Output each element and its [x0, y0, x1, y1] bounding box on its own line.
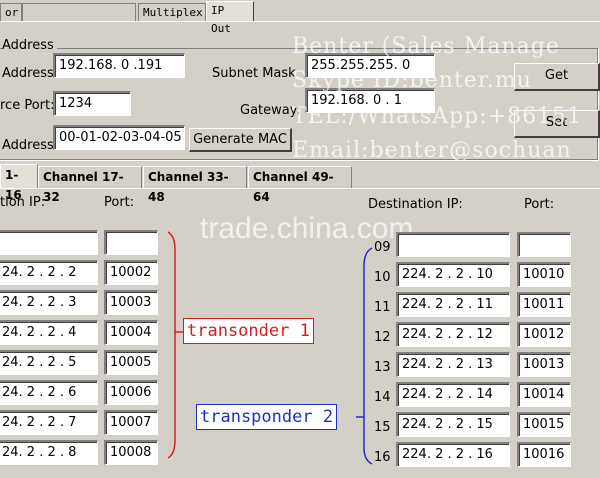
transponder-2-label: transponder 2 — [196, 404, 338, 430]
transponder-1-label: transonder 1 — [183, 318, 314, 344]
bracket-right — [363, 247, 373, 465]
bracket-left — [167, 231, 176, 459]
